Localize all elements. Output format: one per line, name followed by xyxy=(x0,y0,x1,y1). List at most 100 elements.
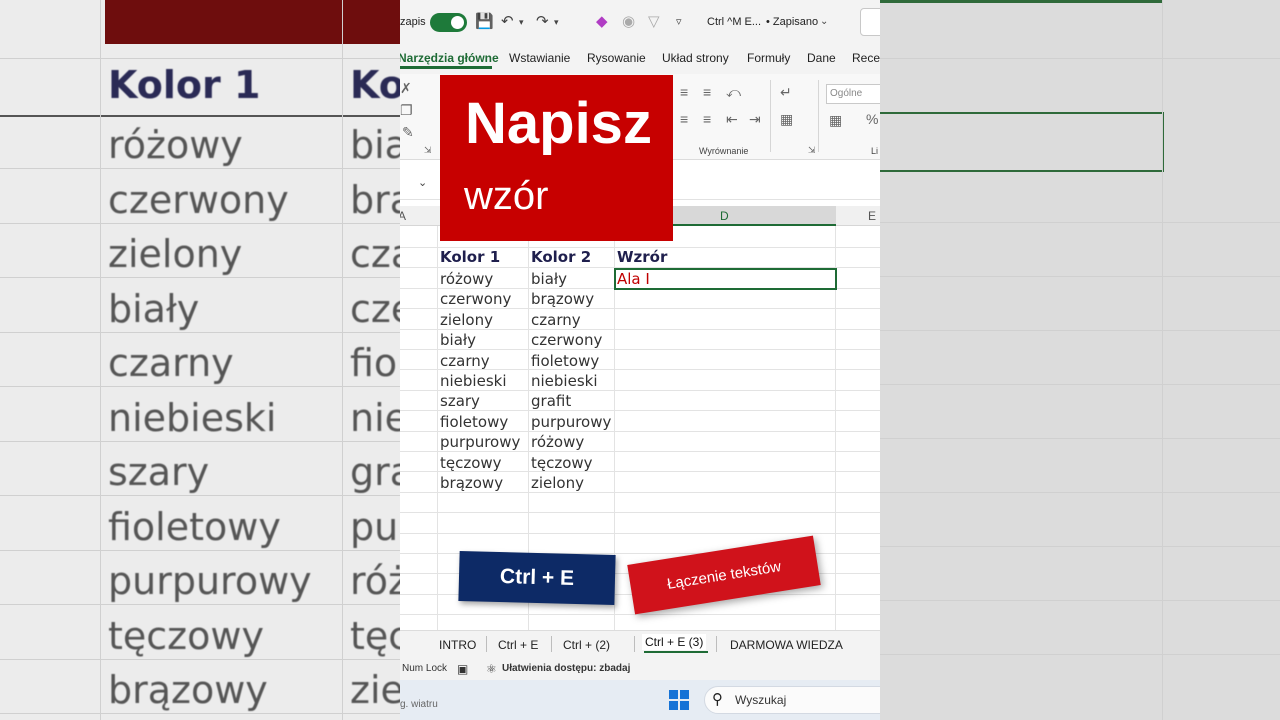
percent-icon[interactable]: % xyxy=(866,111,878,127)
cell-kolor2[interactable]: purpurowy xyxy=(531,413,611,431)
cell-kolor2[interactable]: fioletowy xyxy=(531,352,599,370)
grid-hline xyxy=(400,349,880,350)
save-status[interactable]: • Zapisano xyxy=(766,16,818,28)
merge-icon[interactable]: ▦ xyxy=(780,111,793,128)
cut-icon[interactable]: ✗ xyxy=(400,80,412,97)
bg-vline xyxy=(342,0,343,720)
cell-kolor1[interactable]: różowy xyxy=(440,270,493,288)
cell-kolor2[interactable]: różowy xyxy=(531,433,584,451)
cell-kolor1[interactable]: brązowy xyxy=(440,474,503,492)
ribbon-tabs: Narzędzia główne Wstawianie Rysowanie Uk… xyxy=(400,44,880,74)
header-cell-kolor2[interactable]: Kolor 2 xyxy=(531,248,591,266)
bg-gridline xyxy=(0,604,400,605)
bg-row-left: zielony xyxy=(108,232,243,276)
cell-kolor2[interactable]: grafit xyxy=(531,392,571,410)
cell-kolor1[interactable]: niebieski xyxy=(440,372,507,390)
title-search-box[interactable] xyxy=(860,8,880,36)
taskbar-search-placeholder[interactable]: Wyszukaj xyxy=(735,693,786,707)
format-painter-icon[interactable]: ✎ xyxy=(402,124,414,141)
header-cell-wzor[interactable]: Wzrór xyxy=(617,248,667,266)
filter-icon[interactable]: ▽ xyxy=(648,12,660,30)
ribbon-separator xyxy=(818,80,819,152)
align-top-icon[interactable]: ≡ xyxy=(680,84,688,100)
cell-kolor1[interactable]: fioletowy xyxy=(440,413,508,431)
chevron-down-icon[interactable]: ▾ xyxy=(554,17,559,28)
tab-review[interactable]: Recen xyxy=(852,51,880,65)
status-bar xyxy=(400,658,880,680)
taskbar-search-box[interactable] xyxy=(704,686,880,714)
decrease-indent-icon[interactable]: ⇤ xyxy=(726,111,738,128)
bg-row-right: pu xyxy=(350,504,399,549)
record-icon[interactable]: ◉ xyxy=(622,12,635,30)
number-format-select[interactable]: Ogólne xyxy=(826,84,880,104)
cell-kolor1[interactable]: biały xyxy=(440,331,476,349)
wrap-text-icon[interactable]: ↵ xyxy=(780,84,792,101)
cell-kolor2[interactable]: biały xyxy=(531,270,567,288)
redo-icon[interactable]: ↷ xyxy=(536,12,549,30)
sheet-tab-ctrl-e-3[interactable]: Ctrl + E (3) xyxy=(642,634,707,650)
bg-vline xyxy=(100,0,101,720)
cell-kolor1[interactable]: czerwony xyxy=(440,290,511,308)
align-left-icon[interactable]: ≡ xyxy=(680,111,688,127)
search-icon: ⚲ xyxy=(712,691,723,708)
cell-kolor1[interactable]: purpurowy xyxy=(440,433,520,451)
grid-hline xyxy=(400,329,880,330)
column-header-e[interactable]: E xyxy=(868,209,876,223)
sheet-tab-intro[interactable]: INTRO xyxy=(439,638,476,652)
copy-icon[interactable]: ❐ xyxy=(400,102,413,119)
tab-home[interactable]: Narzędzia główne xyxy=(400,51,499,65)
increase-indent-icon[interactable]: ⇥ xyxy=(749,111,761,128)
tab-insert[interactable]: Wstawianie xyxy=(509,51,570,65)
currency-icon[interactable]: ▦ xyxy=(829,112,842,129)
name-box-dropdown-icon[interactable]: ⌄ xyxy=(418,176,427,189)
cell-kolor2[interactable]: czarny xyxy=(531,311,581,329)
bg-gridline xyxy=(880,222,1280,223)
weather-text[interactable]: g. wiatru xyxy=(400,699,438,710)
more-icon[interactable]: ▿ xyxy=(676,15,682,28)
cell-kolor1[interactable]: tęczowy xyxy=(440,454,502,472)
cell-kolor2[interactable]: brązowy xyxy=(531,290,594,308)
cell-kolor1[interactable]: zielony xyxy=(440,311,493,329)
sheet-tab-ctrl-e-2[interactable]: Ctrl + (2) xyxy=(563,638,610,652)
save-icon[interactable]: 💾 xyxy=(475,12,494,30)
column-header-a[interactable]: A xyxy=(400,209,406,223)
accessibility-status[interactable]: Ułatwienia dostępu: zbadaj xyxy=(502,663,630,674)
cell-kolor1[interactable]: czarny xyxy=(440,352,490,370)
sheet-tab-ctrl-e[interactable]: Ctrl + E xyxy=(498,638,538,652)
accessibility-icon[interactable]: ⚛ xyxy=(486,662,497,676)
tab-data[interactable]: Dane xyxy=(807,51,836,65)
windows-start-icon[interactable] xyxy=(669,690,689,710)
bg-gridline xyxy=(880,600,1280,601)
cell-kolor2[interactable]: czerwony xyxy=(531,331,602,349)
bg-gridline xyxy=(880,438,1280,439)
chevron-down-icon[interactable]: ⌄ xyxy=(820,16,828,27)
document-name[interactable]: Ctrl ^M E... xyxy=(707,16,761,28)
undo-icon[interactable]: ↶ xyxy=(501,12,514,30)
align-middle-icon[interactable]: ≡ xyxy=(703,84,711,100)
dialog-launcher-icon[interactable]: ⇲ xyxy=(808,145,816,156)
cell-kolor2[interactable]: tęczowy xyxy=(531,454,593,472)
header-cell-kolor1[interactable]: Kolor 1 xyxy=(440,248,500,266)
bg-gridline xyxy=(0,658,400,660)
bg-right-selection-line xyxy=(880,0,1162,3)
tab-draw[interactable]: Rysowanie xyxy=(587,51,646,65)
sheet-tab-darmowa-wiedza[interactable]: DARMOWA WIEDZA xyxy=(730,638,843,652)
cell-kolor1[interactable]: szary xyxy=(440,392,480,410)
autosave-toggle[interactable] xyxy=(430,13,467,32)
cell-kolor2[interactable]: niebieski xyxy=(531,372,598,390)
column-header-d[interactable]: D xyxy=(720,209,729,223)
orientation-icon[interactable]: ⤺ xyxy=(726,84,741,101)
eraser-icon[interactable]: ◆ xyxy=(596,12,608,30)
tab-page-layout[interactable]: Układ strony xyxy=(662,51,729,65)
grid-hline xyxy=(400,614,880,615)
cell-kolor2[interactable]: zielony xyxy=(531,474,584,492)
bg-gridline xyxy=(880,330,1280,331)
align-center-icon[interactable]: ≡ xyxy=(703,111,711,127)
dialog-launcher-icon[interactable]: ⇲ xyxy=(424,145,432,156)
sheet-tab-separator xyxy=(634,636,635,652)
tab-formulas[interactable]: Formuły xyxy=(747,51,790,65)
active-cell-text[interactable]: Ala I xyxy=(617,270,650,288)
bg-row-left: różowy xyxy=(108,123,243,167)
bg-gridline xyxy=(880,492,1280,493)
chevron-down-icon[interactable]: ▾ xyxy=(519,17,524,28)
